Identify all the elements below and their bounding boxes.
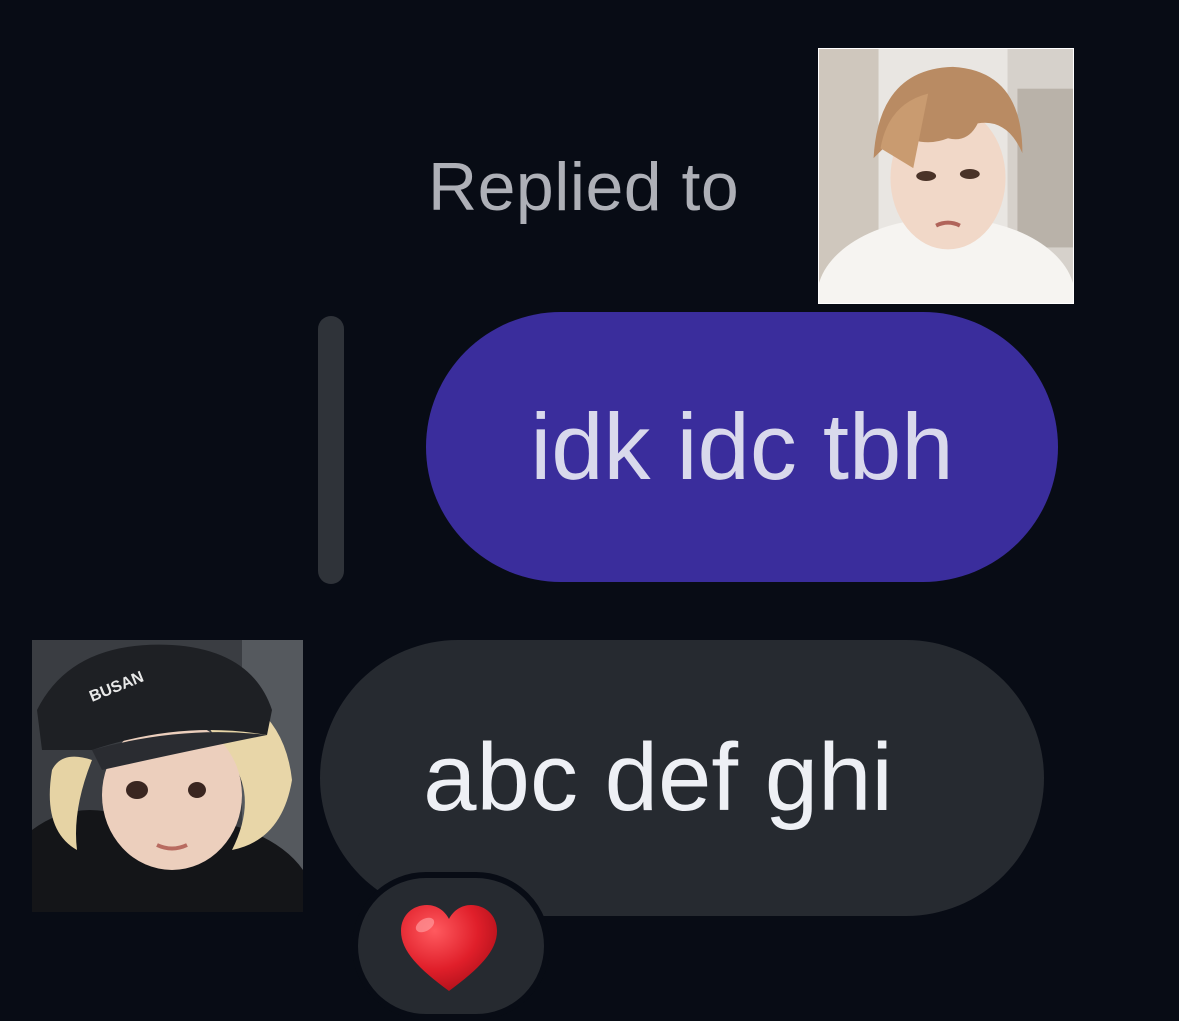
replied-to-label: Replied to bbox=[428, 149, 740, 225]
received-message-text: abc def ghi bbox=[423, 724, 893, 831]
sent-message-bubble[interactable]: idk idc tbh bbox=[426, 312, 1058, 582]
sent-message-text: idk idc tbh bbox=[530, 394, 954, 499]
reply-indicator-bar bbox=[318, 316, 344, 584]
heart-icon bbox=[401, 905, 497, 991]
sender-avatar[interactable]: BUSAN bbox=[32, 640, 303, 912]
message-reaction[interactable] bbox=[352, 872, 550, 1020]
chat-screen: Replied to idk idc tbh BUSAN abc def ghi bbox=[0, 0, 1179, 1021]
replied-user-avatar[interactable] bbox=[818, 48, 1074, 304]
avatar-photo-left: BUSAN bbox=[32, 640, 303, 912]
avatar-photo-top bbox=[819, 49, 1073, 303]
